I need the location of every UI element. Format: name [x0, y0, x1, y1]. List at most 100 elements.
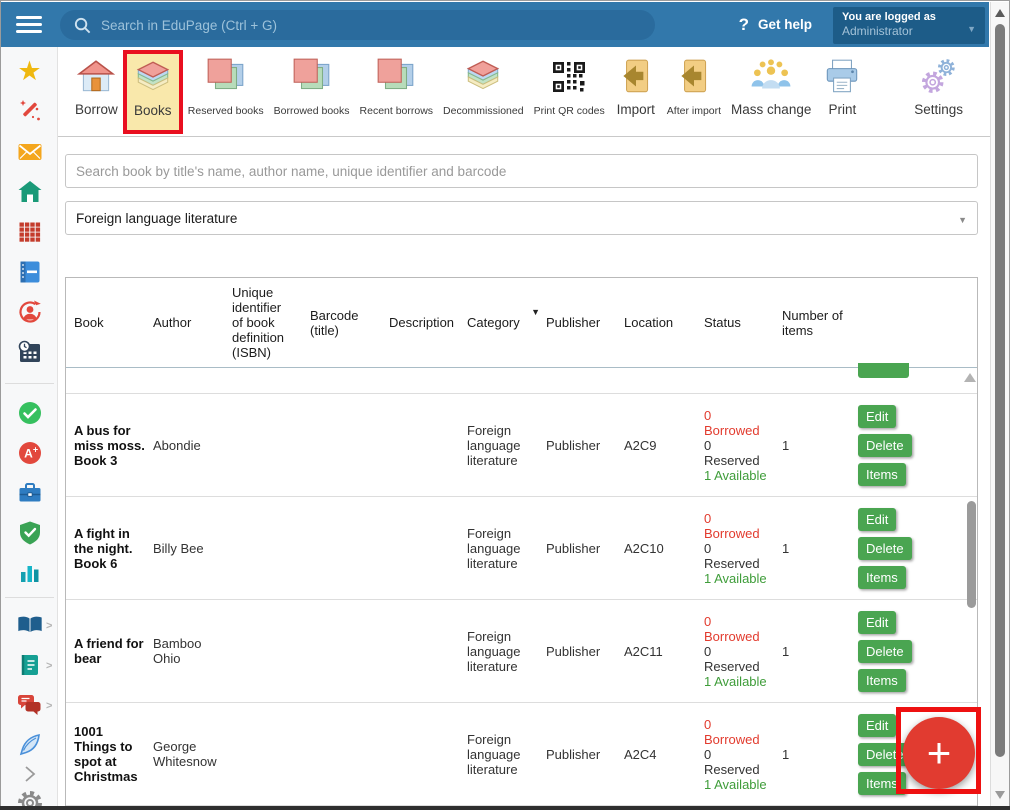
shield-check-icon	[17, 520, 43, 546]
star-icon: ★	[17, 58, 41, 84]
sidebar-item-wizard[interactable]	[1, 98, 58, 124]
sort-desc-icon: ▼	[531, 305, 540, 320]
journal-icon	[17, 652, 43, 678]
logged-in-user-dropdown[interactable]: You are logged as Administrator ▼	[833, 7, 985, 44]
items-button[interactable]: Items	[858, 463, 906, 486]
toolbar-item-reserved-books[interactable]: Reserved books	[183, 53, 269, 133]
get-help-button[interactable]: ? Get help	[739, 2, 812, 47]
chevron-right-icon: >	[46, 660, 52, 672]
toolbar-item-recent-borrows[interactable]: Recent borrows	[355, 53, 439, 133]
column-header-status[interactable]: Status	[704, 278, 782, 367]
items-button[interactable]: Items	[858, 772, 906, 795]
delete-button[interactable]: Delete	[858, 434, 912, 457]
toolbar-item-borrowed-books[interactable]: Borrowed books	[269, 53, 355, 133]
items-button-fragment[interactable]	[858, 363, 909, 378]
chevron-down-icon: ▼	[958, 215, 967, 225]
sidebar-item-notes[interactable]	[1, 732, 58, 758]
global-search-input[interactable]: Search in EduPage (Ctrl + G)	[60, 10, 655, 40]
books-toolbar: Borrow Books Reserved books Borrowed boo…	[58, 47, 990, 137]
chevron-down-icon: ▼	[967, 24, 976, 34]
gear-icon	[16, 789, 44, 806]
page-scrollbar-thumb[interactable]	[995, 24, 1005, 757]
grade-a-plus-icon: A+	[17, 440, 43, 466]
toolbar-item-print-qr-codes[interactable]: Print QR codes	[529, 53, 610, 133]
delete-button[interactable]: Delete	[858, 537, 912, 560]
cell-number-of-items: 1	[782, 438, 858, 453]
toolbar-item-decommissioned[interactable]: Decommissioned	[438, 53, 529, 133]
table-row-partial	[66, 368, 977, 394]
sidebar-item-messages[interactable]	[1, 139, 58, 165]
cell-book: 1001 Things to spot at Christmas	[74, 724, 153, 784]
column-header-author[interactable]: Author	[153, 278, 232, 367]
toolbar-item-print[interactable]: Print	[816, 53, 868, 133]
sidebar-item-classbook[interactable]	[1, 259, 58, 285]
toolbar-item-after-import[interactable]: After import	[662, 53, 726, 133]
cell-actions: Edit Delete Items	[858, 402, 977, 489]
people-icon	[750, 56, 792, 98]
person-sync-icon	[17, 299, 43, 325]
scroll-down-arrow-icon[interactable]	[995, 791, 1005, 799]
column-header-barcode[interactable]: Barcode (title)	[310, 278, 389, 367]
cell-publisher: Publisher	[546, 644, 624, 659]
items-button[interactable]: Items	[858, 669, 906, 692]
edit-button[interactable]: Edit	[858, 714, 896, 737]
column-header-location[interactable]: Location	[624, 278, 704, 367]
table-header: Book Author Unique identifier of book de…	[66, 278, 977, 368]
items-button[interactable]: Items	[858, 566, 906, 589]
sidebar-divider	[5, 597, 54, 598]
open-book-icon	[16, 612, 44, 638]
edit-button[interactable]: Edit	[858, 405, 896, 428]
cell-location: A2C11	[624, 644, 704, 659]
sidebar-item-attendance[interactable]	[1, 400, 58, 426]
column-header-book[interactable]: Book	[74, 278, 153, 367]
table-row: A bus for miss moss. Book 3 Abondie Fore…	[66, 394, 977, 497]
quill-pen-icon	[17, 732, 43, 758]
sidebar-item-substitution[interactable]	[1, 299, 58, 325]
column-header-category[interactable]: Category▼	[467, 278, 546, 367]
sidebar-item-settings[interactable]	[1, 789, 58, 806]
sidebar-item-behavior[interactable]	[1, 520, 58, 546]
cell-publisher: Publisher	[546, 438, 624, 453]
edit-button[interactable]: Edit	[858, 611, 896, 634]
book-search-placeholder: Search book by title's name, author name…	[76, 164, 506, 179]
column-header-description[interactable]: Description	[389, 278, 467, 367]
hamburger-menu-icon[interactable]	[16, 16, 42, 34]
sidebar-collapse-button[interactable]	[1, 764, 58, 784]
chevron-right-icon	[21, 764, 39, 784]
table-scrollbar-thumb[interactable]	[967, 501, 976, 608]
sidebar-item-journal[interactable]: >	[1, 652, 58, 678]
sidebar-item-favorites[interactable]: ★	[1, 58, 58, 84]
scroll-up-arrow-icon[interactable]	[995, 9, 1005, 17]
table-row: 1001 Things to spot at Christmas George …	[66, 703, 977, 806]
chat-bubbles-icon	[16, 692, 44, 718]
category-dropdown[interactable]: Foreign language literature ▼	[65, 201, 978, 235]
sidebar-item-assignments[interactable]	[1, 480, 58, 506]
sidebar-item-grades[interactable]: A+	[1, 440, 58, 466]
sidebar-item-results[interactable]	[1, 560, 58, 586]
column-header-number-of-items[interactable]: Number of items	[782, 278, 858, 367]
add-book-fab[interactable]: +	[903, 717, 975, 789]
delete-button[interactable]: Delete	[858, 640, 912, 663]
column-header-publisher[interactable]: Publisher	[546, 278, 624, 367]
toolbar-item-books[interactable]: Books	[123, 50, 183, 134]
toolbar-item-borrow[interactable]: Borrow	[70, 53, 123, 133]
sidebar-item-timetable[interactable]	[1, 219, 58, 245]
page-scrollbar[interactable]	[990, 2, 1009, 806]
question-mark-icon: ?	[739, 15, 749, 35]
column-header-unique-identifier[interactable]: Unique identifier of book definition (IS…	[232, 278, 310, 367]
global-search-placeholder: Search in EduPage (Ctrl + G)	[101, 18, 277, 33]
cell-publisher: Publisher	[546, 747, 624, 762]
sidebar-item-communication[interactable]: >	[1, 692, 58, 718]
chevron-right-icon: >	[46, 620, 52, 632]
toolbar-item-settings[interactable]: Settings	[909, 53, 968, 133]
table-scroll-up-arrow-icon[interactable]	[964, 373, 976, 382]
edit-button[interactable]: Edit	[858, 508, 896, 531]
book-search-input[interactable]: Search book by title's name, author name…	[65, 154, 978, 188]
cell-number-of-items: 1	[782, 747, 858, 762]
sidebar-item-home[interactable]	[1, 179, 58, 205]
sidebar-item-library[interactable]: >	[1, 612, 58, 638]
notebook-icon	[17, 259, 43, 285]
sidebar-item-calendar[interactable]	[1, 339, 58, 365]
toolbar-item-import[interactable]: Import	[610, 53, 662, 133]
toolbar-item-mass-change[interactable]: Mass change	[726, 53, 816, 133]
